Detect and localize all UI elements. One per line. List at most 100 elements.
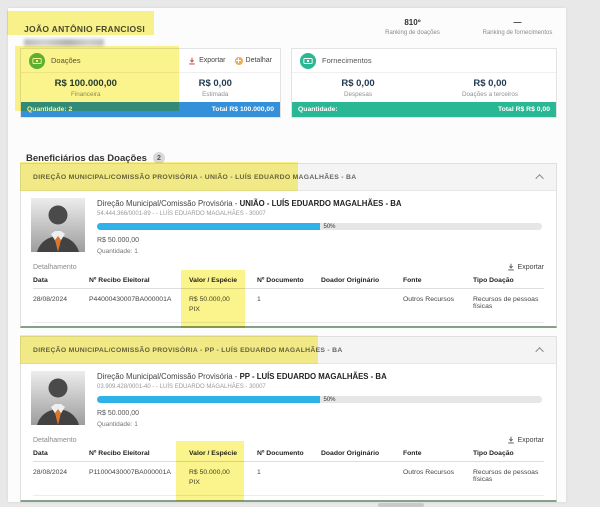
beneficiary-title: Direção Municipal/Comissão Provisória - … [97, 372, 546, 381]
detail-label: Detalhamento [33, 437, 77, 444]
metric-financeira-label: Financeira [21, 91, 151, 98]
cell-valor-especie: R$ 50.000,00 PIX [189, 296, 253, 313]
col-documento: Nº Documento [257, 450, 317, 457]
supplies-icon [300, 53, 316, 69]
app-screenshot: JOÃO ANTÔNIO FRANCIOSI 810º Ranking de d… [0, 0, 600, 507]
export-table-button[interactable]: Exportar [507, 436, 544, 444]
panel-header-pp[interactable]: DIREÇÃO MUNICIPAL/COMISSÃO PROVISÓRIA - … [21, 337, 556, 364]
progress-fill [97, 396, 320, 403]
chevron-up-icon [535, 347, 543, 355]
metric-estimada: R$ 0,00 Estimada [151, 78, 281, 98]
beneficiary-subtitle: 03.909.428/0001-40 - - LUÍS EDUARDO MAGA… [97, 384, 546, 390]
panel-body: Direção Municipal/Comissão Provisória - … [21, 191, 556, 260]
donations-metrics: R$ 100.000,00 Financeira R$ 0,00 Estimad… [21, 73, 280, 102]
ranking-donations: 810º Ranking de doações [360, 18, 465, 36]
col-doador: Doador Originário [321, 450, 399, 457]
table-header-row: Data Nº Recibo Eleitoral Valor / Espécie… [33, 446, 544, 462]
progress-track: 50% [97, 396, 542, 403]
cell-documento: 1 [257, 469, 317, 476]
table-row: 28/08/2024 P11000430007BA000001A R$ 50.0… [33, 462, 544, 496]
detail-bar: Detalhamento Exportar [21, 260, 556, 273]
cell-tipo: Recursos de pessoas físicas [473, 296, 544, 310]
donations-card-title: Doações [51, 56, 81, 65]
export-table-button[interactable]: Exportar [507, 263, 544, 271]
col-doador: Doador Originário [321, 277, 399, 284]
plus-circle-icon [235, 57, 243, 65]
col-documento: Nº Documento [257, 277, 317, 284]
col-valor: Valor / Espécie [189, 450, 253, 457]
ranking-supplies-value: — [465, 18, 570, 27]
col-data: Data [33, 450, 85, 457]
cell-data: 28/08/2024 [33, 296, 85, 303]
beneficiary-quantity: Quantidade: 1 [97, 421, 546, 428]
beneficiary-quantity: Quantidade: 1 [97, 248, 546, 255]
detail-table: Data Nº Recibo Eleitoral Valor / Espécie… [21, 446, 556, 496]
col-recibo: Nº Recibo Eleitoral [89, 277, 185, 284]
donations-icon [29, 53, 45, 69]
summary-cards: Doações Exportar Detalhar [20, 48, 557, 118]
detail-button[interactable]: Detalhar [235, 57, 272, 65]
col-recibo: Nº Recibo Eleitoral [89, 450, 185, 457]
detail-table: Data Nº Recibo Eleitoral Valor / Espécie… [21, 273, 556, 323]
ranking-supplies: — Ranking de fornecimentos [465, 18, 570, 36]
beneficiary-panel-uniao: DIREÇÃO MUNICIPAL/COMISSÃO PROVISÓRIA - … [20, 163, 557, 328]
beneficiary-subtitle: 54.444.366/0001-89 - - LUÍS EDUARDO MAGA… [97, 211, 546, 217]
beneficiary-title-strong: UNIÃO - LUÍS EDUARDO MAGALHÃES - BA [240, 199, 402, 208]
metric-despesas-label: Despesas [292, 91, 424, 98]
col-valor: Valor / Espécie [189, 277, 253, 284]
beneficiary-title-prefix: Direção Municipal/Comissão Provisória - [97, 199, 240, 208]
chevron-up-icon [535, 174, 543, 182]
donations-card-header: Doações Exportar Detalhar [21, 49, 280, 73]
cell-tipo: Recursos de pessoas físicas [473, 469, 544, 483]
scrollbar-thumb[interactable] [378, 503, 424, 507]
beneficiary-amount: R$ 50.000,00 [97, 237, 546, 244]
section-title: Beneficiários das Doações [26, 153, 147, 164]
metric-doacoes-terceiros-value: R$ 0,00 [424, 78, 556, 89]
beneficiary-title-prefix: Direção Municipal/Comissão Provisória - [97, 372, 240, 381]
cell-especie: PIX [189, 306, 253, 313]
avatar [31, 371, 85, 425]
detail-label: Detalhar [246, 57, 272, 64]
panel-header-text: DIREÇÃO MUNICIPAL/COMISSÃO PROVISÓRIA - … [33, 174, 356, 181]
download-icon [188, 57, 196, 65]
supplies-card-title: Fornecimentos [322, 56, 372, 65]
metric-despesas-value: R$ 0,00 [292, 78, 424, 89]
download-icon [507, 263, 515, 271]
col-tipo: Tipo Doação [473, 277, 544, 284]
col-fonte: Fonte [403, 277, 469, 284]
supplies-card-footer: Quantidade: Total R$ R$ 0,00 [292, 102, 556, 117]
cell-especie: PIX [189, 479, 253, 486]
col-fonte: Fonte [403, 450, 469, 457]
ranking-supplies-label: Ranking de fornecimentos [465, 30, 570, 36]
progress-track: 50% [97, 223, 542, 230]
metric-doacoes-terceiros-label: Doações a terceiros [424, 91, 556, 98]
progress-label: 50% [324, 224, 336, 230]
metric-doacoes-terceiros: R$ 0,00 Doações a terceiros [424, 78, 556, 98]
cell-fonte: Outros Recursos [403, 469, 469, 476]
export-label: Exportar [518, 437, 544, 444]
donations-card-footer: Quantidade: 2 Total R$ 100.000,00 [21, 102, 280, 117]
cell-recibo: P44000430007BA000001A [89, 296, 185, 303]
progress-label: 50% [324, 397, 336, 403]
table-header-row: Data Nº Recibo Eleitoral Valor / Espécie… [33, 273, 544, 289]
metric-financeira-value: R$ 100.000,00 [21, 78, 151, 89]
supplies-quantity: Quantidade: [298, 106, 338, 113]
table-row: 28/08/2024 P44000430007BA000001A R$ 50.0… [33, 289, 544, 323]
rankings: 810º Ranking de doações — Ranking de for… [360, 18, 570, 36]
cell-recibo: P11000430007BA000001A [89, 469, 185, 476]
ranking-donations-value: 810º [360, 18, 465, 27]
export-button[interactable]: Exportar [188, 57, 225, 65]
donations-total: Total R$ 100.000,00 [212, 106, 274, 113]
avatar [31, 198, 85, 252]
progress-fill [97, 223, 320, 230]
ranking-donations-label: Ranking de doações [360, 30, 465, 36]
beneficiary-panel-pp: DIREÇÃO MUNICIPAL/COMISSÃO PROVISÓRIA - … [20, 336, 557, 502]
donations-card: Doações Exportar Detalhar [20, 48, 281, 118]
panel-header-uniao[interactable]: DIREÇÃO MUNICIPAL/COMISSÃO PROVISÓRIA - … [21, 164, 556, 191]
profile-name: JOÃO ANTÔNIO FRANCIOSI [24, 24, 145, 34]
cell-valor: R$ 50.000,00 [189, 296, 253, 303]
supplies-card-header: Fornecimentos [292, 49, 556, 73]
cell-data: 28/08/2024 [33, 469, 85, 476]
col-tipo: Tipo Doação [473, 450, 544, 457]
detail-bar: Detalhamento Exportar [21, 433, 556, 446]
